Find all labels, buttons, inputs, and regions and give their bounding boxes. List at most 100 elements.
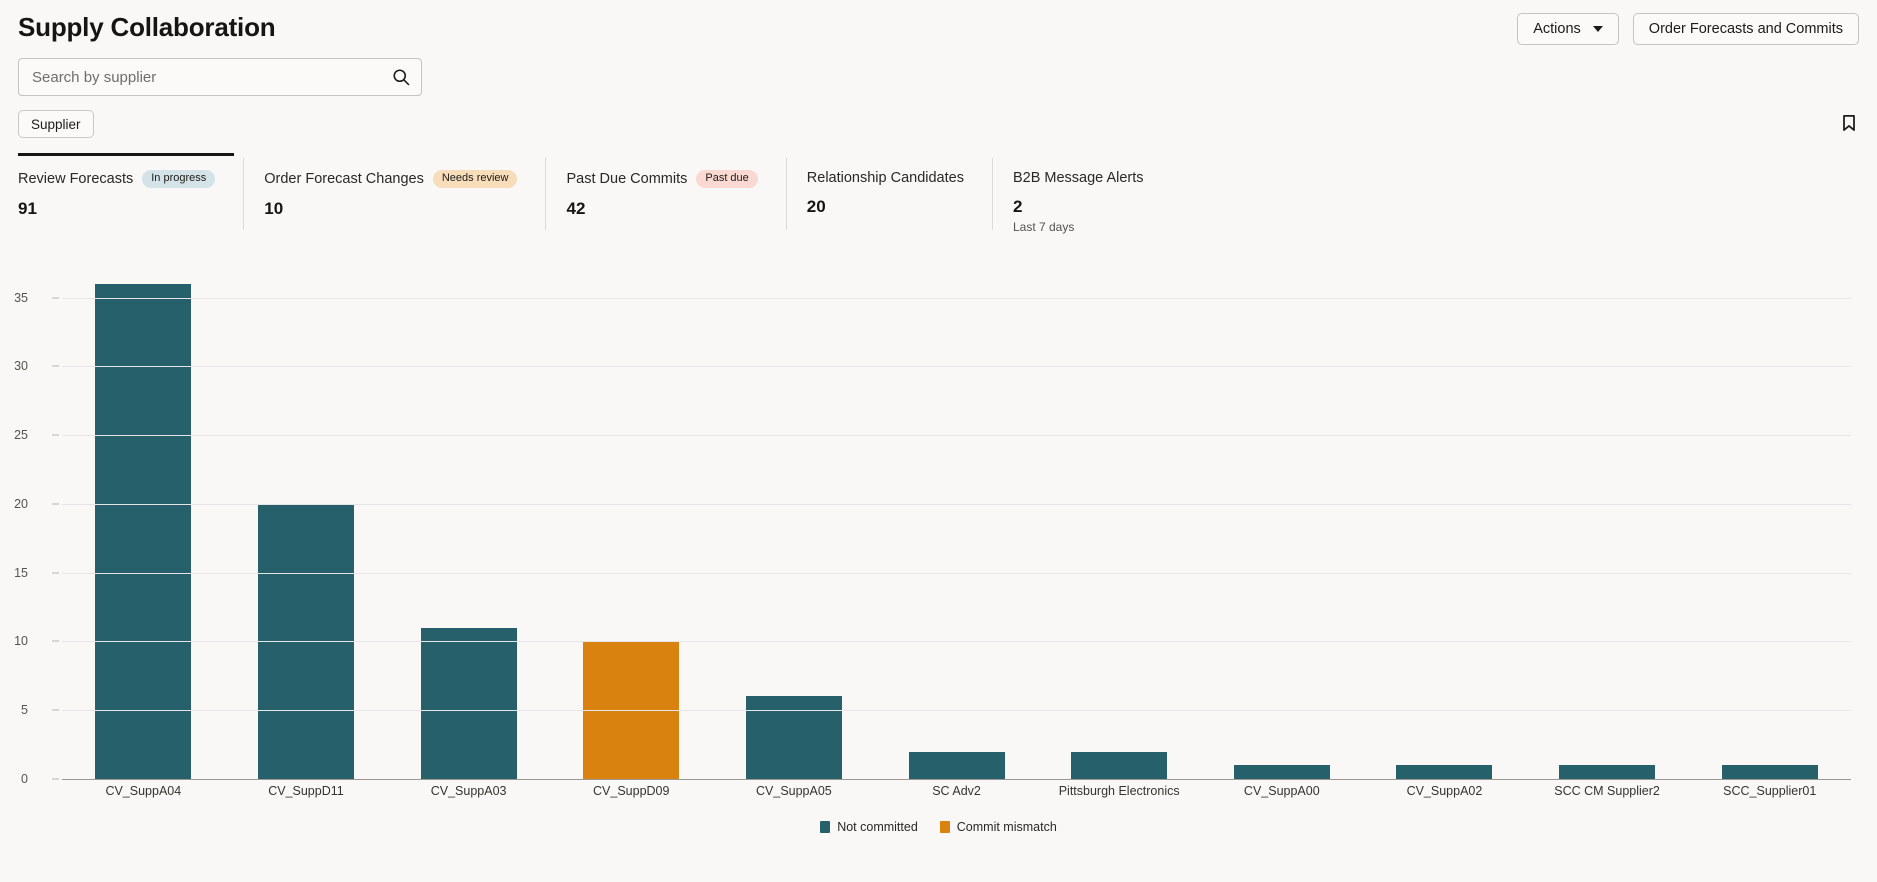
y-axis-tick-label: 5 <box>21 703 28 718</box>
order-forecasts-and-commits-button[interactable]: Order Forecasts and Commits <box>1632 13 1859 45</box>
kpi-tab-relationship-candidates[interactable]: Relationship Candidates 20 <box>785 158 992 230</box>
bookmark-icon[interactable] <box>1839 111 1859 135</box>
x-axis-label: CV_SuppA00 <box>1243 784 1320 798</box>
chart-bar-slot <box>713 270 876 779</box>
kpi-label: Review Forecasts <box>18 171 134 187</box>
supplier-bar-chart: 0 5 10 15 20 25 30 35 CV_SuppA04 CV_SuppD11 CV_Su… <box>0 270 1877 882</box>
kpi-value: 91 <box>18 199 37 218</box>
chart-bar-slot <box>62 270 225 779</box>
gridline <box>62 297 1851 299</box>
y-axis-tick-label: 35 <box>14 290 28 305</box>
page-header: Supply Collaboration Actions Order Forec… <box>0 0 1877 56</box>
kpi-value: 10 <box>264 199 284 218</box>
status-badge: In progress <box>142 170 216 188</box>
gridline <box>62 641 1851 643</box>
y-axis-tick-mark <box>52 778 59 780</box>
page-title: Supply Collaboration <box>18 12 276 42</box>
chart-bar[interactable] <box>420 627 517 779</box>
actions-button-label: Actions <box>1533 21 1581 37</box>
kpi-header: Past Due Commits Past due <box>566 170 758 188</box>
kpi-tab-review-forecasts[interactable]: Review Forecasts In progress 91 <box>18 153 243 230</box>
legend-label: Not committed <box>837 820 918 834</box>
x-axis-label: CV_SuppA03 <box>430 784 507 798</box>
kpi-header: B2B Message Alerts <box>1013 170 1144 186</box>
gridline <box>62 503 1851 505</box>
chart-bar[interactable] <box>1396 765 1493 779</box>
y-axis-tick-mark <box>52 297 59 298</box>
legend-swatch <box>939 821 950 833</box>
kpi-tab-b2b-message-alerts[interactable]: B2B Message Alerts 2 Last 7 days <box>991 158 1172 234</box>
kpi-tab-order-forecast-changes[interactable]: Order Forecast Changes Needs review 10 <box>243 158 545 230</box>
x-axis-label: SCC CM Supplier2 <box>1554 784 1660 798</box>
kpi-value: 20 <box>806 197 826 216</box>
order-forecasts-button-label: Order Forecasts and Commits <box>1648 21 1843 37</box>
search-container <box>18 58 422 96</box>
chevron-down-icon <box>1592 26 1603 32</box>
y-axis-tick-mark <box>52 503 59 505</box>
legend-item[interactable]: Not committed <box>820 820 918 834</box>
kpi-subtext: Last 7 days <box>1012 220 1075 234</box>
chart-bar-slot <box>875 270 1038 779</box>
y-axis-tick-mark <box>52 434 59 436</box>
chart-bar-slot <box>1200 270 1363 779</box>
filter-chip-row: Supplier <box>18 110 1859 140</box>
x-axis-label: CV_SuppA05 <box>756 784 832 798</box>
kpi-label: Past Due Commits <box>566 171 688 187</box>
chart-bar[interactable] <box>95 283 192 779</box>
chart-bar[interactable] <box>745 696 842 779</box>
gridline <box>62 710 1851 712</box>
chart-bar-slot <box>1526 270 1689 779</box>
chart-bar[interactable] <box>1071 751 1168 779</box>
status-badge: Needs review <box>432 170 518 188</box>
chart-bar-slot <box>225 270 388 779</box>
kpi-label: B2B Message Alerts <box>1012 170 1144 186</box>
chart-bar[interactable] <box>1233 765 1330 779</box>
y-axis-tick-label: 25 <box>14 428 28 443</box>
y-axis-tick-mark <box>52 640 59 642</box>
x-axis-label: SC Adv2 <box>932 784 981 798</box>
y-axis-tick-mark <box>52 365 59 367</box>
kpi-label: Relationship Candidates <box>806 170 964 186</box>
chart-bar-slot <box>1688 270 1851 779</box>
kpi-value: 42 <box>566 199 586 218</box>
chart-bar[interactable] <box>908 751 1005 779</box>
x-axis-label: CV_SuppD09 <box>593 784 670 798</box>
gridline <box>62 366 1851 368</box>
kpi-label: Order Forecast Changes <box>264 171 424 187</box>
x-axis-label: CV_SuppA02 <box>1406 784 1483 798</box>
x-axis-line <box>62 779 1851 780</box>
chart-bar-slot <box>1038 270 1201 779</box>
gridline <box>62 435 1851 437</box>
y-axis-tick-label: 30 <box>14 359 28 374</box>
header-action-group: Actions Order Forecasts and Commits <box>1517 13 1859 45</box>
kpi-header: Review Forecasts In progress <box>18 170 216 188</box>
x-axis-label: Pittsburgh Electronics <box>1058 784 1180 798</box>
y-axis-tick-label: 15 <box>14 565 28 580</box>
chart-plot-area: 0 5 10 15 20 25 30 35 <box>14 270 1851 786</box>
chart-bar[interactable] <box>1559 765 1656 779</box>
y-axis-tick-label: 0 <box>21 772 28 786</box>
x-axis-label: CV_SuppD11 <box>268 784 344 798</box>
x-axis-label: CV_SuppA04 <box>105 784 182 798</box>
kpi-tab-past-due-commits[interactable]: Past Due Commits Past due 42 <box>545 158 785 230</box>
kpi-header: Relationship Candidates <box>807 170 964 186</box>
chart-bar-slot <box>1363 270 1526 779</box>
legend-item[interactable]: Commit mismatch <box>939 820 1057 834</box>
chart-bars <box>62 270 1851 779</box>
filter-chip-supplier[interactable]: Supplier <box>18 110 94 138</box>
y-axis-tick-mark <box>52 709 59 711</box>
actions-button[interactable]: Actions <box>1517 13 1619 45</box>
y-axis-tick-mark <box>52 572 59 574</box>
chart-x-axis-labels: CV_SuppA04 CV_SuppD11 CV_SuppA03 CV_SuppD09… <box>62 784 1851 798</box>
kpi-value: 2 <box>1012 197 1023 216</box>
search-input[interactable] <box>18 58 422 96</box>
search-icon[interactable] <box>391 67 411 87</box>
gridline <box>62 572 1851 574</box>
x-axis-label: SCC_Supplier01 <box>1723 784 1817 798</box>
kpi-header: Order Forecast Changes Needs review <box>264 170 518 188</box>
legend-swatch <box>820 821 831 833</box>
chart-bar-slot <box>550 270 713 779</box>
kpi-tab-bar: Review Forecasts In progress 91 Order Forec… <box>18 153 1172 234</box>
chart-bar[interactable] <box>1721 765 1818 779</box>
legend-label: Commit mismatch <box>956 820 1057 834</box>
